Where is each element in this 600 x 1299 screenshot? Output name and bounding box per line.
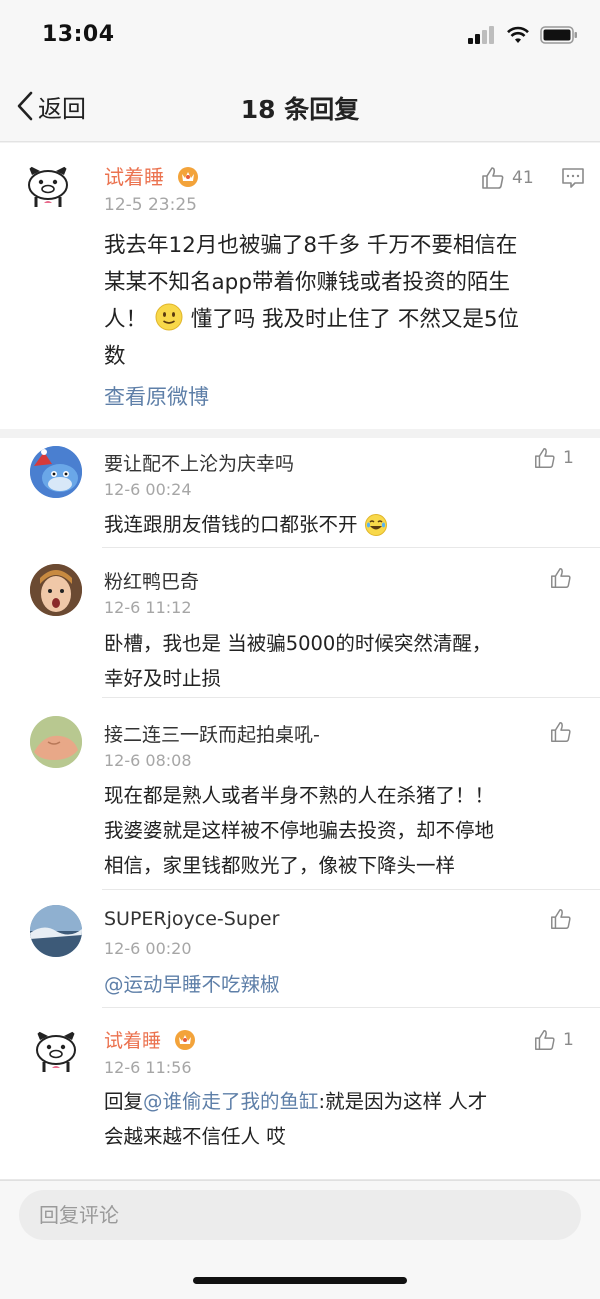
bottom-bar — [0, 1180, 600, 1299]
like-button[interactable] — [549, 720, 573, 744]
like-button[interactable] — [549, 907, 573, 931]
comment-text-fragment: 懂了吗 我及时止住了 不然又是5位 — [190, 307, 520, 332]
thumbs-up-icon — [535, 1030, 555, 1050]
reply-text-line: 幸好及时止损 — [104, 667, 222, 690]
comment-text-line: 人！ 懂了吗 我及时止住了 不然又是5位 — [104, 301, 584, 338]
vip-crown-badge-icon — [178, 167, 199, 187]
face-photo-avatar-icon — [30, 564, 82, 616]
like-count: 41 — [512, 168, 534, 188]
reply-item: 要让配不上沦为庆幸吗 12-6 00:24 1 我连跟朋友借钱的口都张不开 — [0, 438, 600, 548]
reply-text-fragment: :就是因为这样 人才 — [318, 1090, 488, 1113]
reply-text: 回复@谁偷走了我的鱼缸:就是因为这样 人才 会越来越不信任人 哎 — [104, 1084, 487, 1154]
reply-item: 接二连三一跃而起拍桌吼- 12-6 08:08 现在都是熟人或者半身不熟的人在杀… — [0, 698, 600, 890]
avatar[interactable] — [22, 161, 74, 213]
reply-text-line: 卧槽，我也是 当被骗5000的时候突然清醒， — [104, 632, 492, 655]
like-button[interactable]: 1 — [533, 1028, 574, 1052]
thumbs-up-icon — [551, 909, 571, 929]
reply-text-line: 现在都是熟人或者半身不熟的人在杀猪了！！ — [104, 784, 495, 807]
battery-icon — [540, 26, 577, 44]
reply-text-line: 回复@谁偷走了我的鱼缸:就是因为这样 人才 — [104, 1084, 487, 1119]
reply-time: 12-6 00:24 — [104, 480, 192, 499]
smile-emoji-icon — [155, 303, 183, 331]
status-time: 13:04 — [42, 22, 115, 47]
username[interactable]: SUPERjoyce-Super — [104, 908, 279, 930]
like-button[interactable]: 41 — [480, 165, 534, 191]
reply-item: 试着睡 12-6 11:56 1 回复@谁偷走了我的鱼缸:就是因为这样 人才 会… — [0, 1008, 600, 1180]
avatar[interactable] — [30, 446, 82, 498]
reply-text: 卧槽，我也是 当被骗5000的时候突然清醒， 幸好及时止损 — [104, 626, 491, 696]
mention-link[interactable]: @谁偷走了我的鱼缸 — [143, 1090, 319, 1113]
reply-text: 现在都是熟人或者半身不熟的人在杀猪了！！ 我婆婆就是这样被不停地骗去投资，却不停… — [104, 778, 494, 883]
username[interactable]: 试着睡 — [104, 165, 164, 189]
username[interactable]: 要让配不上沦为庆幸吗 — [104, 449, 294, 476]
pig-avatar-icon — [28, 165, 68, 207]
reply-time: 12-6 00:20 — [104, 939, 192, 958]
home-indicator — [193, 1277, 407, 1284]
reply-text: 我连跟朋友借钱的口都张不开 — [104, 508, 388, 537]
cellular-signal-icon — [468, 26, 494, 44]
page-title: 18 条回复 — [240, 95, 360, 124]
avatar[interactable] — [30, 716, 82, 768]
mention-link[interactable]: @运动早睡不吃辣椒 — [104, 968, 280, 997]
reply-list: 要让配不上沦为庆幸吗 12-6 00:24 1 我连跟朋友借钱的口都张不开 粉红… — [0, 438, 600, 1180]
reply-text-fragment: 我连跟朋友借钱的口都张不开 — [104, 513, 358, 536]
avatar[interactable] — [30, 1026, 82, 1078]
reply-text-line: 会越来越不信任人 哎 — [104, 1125, 286, 1148]
like-count: 1 — [563, 448, 574, 468]
status-icons — [468, 24, 578, 46]
reply-prefix: 回复 — [104, 1090, 144, 1113]
reply-comment-input[interactable] — [19, 1190, 581, 1240]
username[interactable]: 接二连三一跃而起拍桌吼- — [104, 720, 320, 747]
avatar[interactable] — [30, 905, 82, 957]
comment-icon[interactable] — [561, 166, 585, 190]
reply-item: SUPERjoyce-Super 12-6 00:20 @运动早睡不吃辣椒 — [0, 890, 600, 1008]
landscape-photo-avatar-icon — [30, 905, 82, 957]
reply-time: 12-6 11:56 — [104, 1058, 192, 1077]
vip-crown-badge-icon — [175, 1030, 196, 1050]
view-original-link[interactable]: 查看原微博 — [104, 381, 209, 411]
reply-text-line: 我婆婆就是这样被不停地骗去投资，却不停地 — [104, 819, 495, 842]
thumbs-up-icon — [551, 568, 571, 588]
avatar[interactable] — [30, 564, 82, 616]
like-button[interactable]: 1 — [533, 446, 574, 470]
comment-text-line: 数 — [104, 344, 126, 369]
username[interactable]: 试着睡 — [104, 1030, 161, 1052]
wifi-icon — [507, 26, 529, 43]
reply-item: 粉红鸭巴奇 12-6 11:12 卧槽，我也是 当被骗5000的时候突然清醒， … — [0, 548, 600, 698]
status-bar: 13:04 — [0, 0, 600, 72]
like-count: 1 — [563, 1030, 574, 1050]
comment-text-line: 某某不知名app带着你赚钱或者投资的陌生 — [104, 270, 510, 295]
username[interactable]: 粉红鸭巴奇 — [104, 567, 199, 594]
nav-bar: 返回 18 条回复 — [0, 72, 600, 142]
main-comment: 试着睡 12-5 23:25 41 我去年12月也被骗了8千多 千万不要相信在 … — [0, 143, 600, 429]
comment-text-fragment: 人！ — [104, 307, 148, 332]
reply-text-line: 相信，家里钱都败光了，像被下降头一样 — [104, 854, 456, 877]
cartoon-creature-avatar-icon — [30, 446, 82, 498]
thumbs-up-icon — [535, 448, 555, 468]
reply-time: 12-6 11:12 — [104, 598, 192, 617]
comment-body: 我去年12月也被骗了8千多 千万不要相信在 某某不知名app带着你赚钱或者投资的… — [104, 227, 584, 375]
reply-time: 12-6 08:08 — [104, 751, 192, 770]
pig-avatar-icon — [36, 1030, 76, 1072]
thumbs-up-icon — [482, 167, 504, 189]
like-button[interactable] — [549, 566, 573, 590]
hand-photo-avatar-icon — [30, 716, 82, 768]
laugh-cry-emoji-icon — [364, 514, 387, 536]
comment-time: 12-5 23:25 — [104, 195, 197, 215]
comment-text-line: 我去年12月也被骗了8千多 千万不要相信在 — [104, 233, 518, 258]
thumbs-up-icon — [551, 722, 571, 742]
